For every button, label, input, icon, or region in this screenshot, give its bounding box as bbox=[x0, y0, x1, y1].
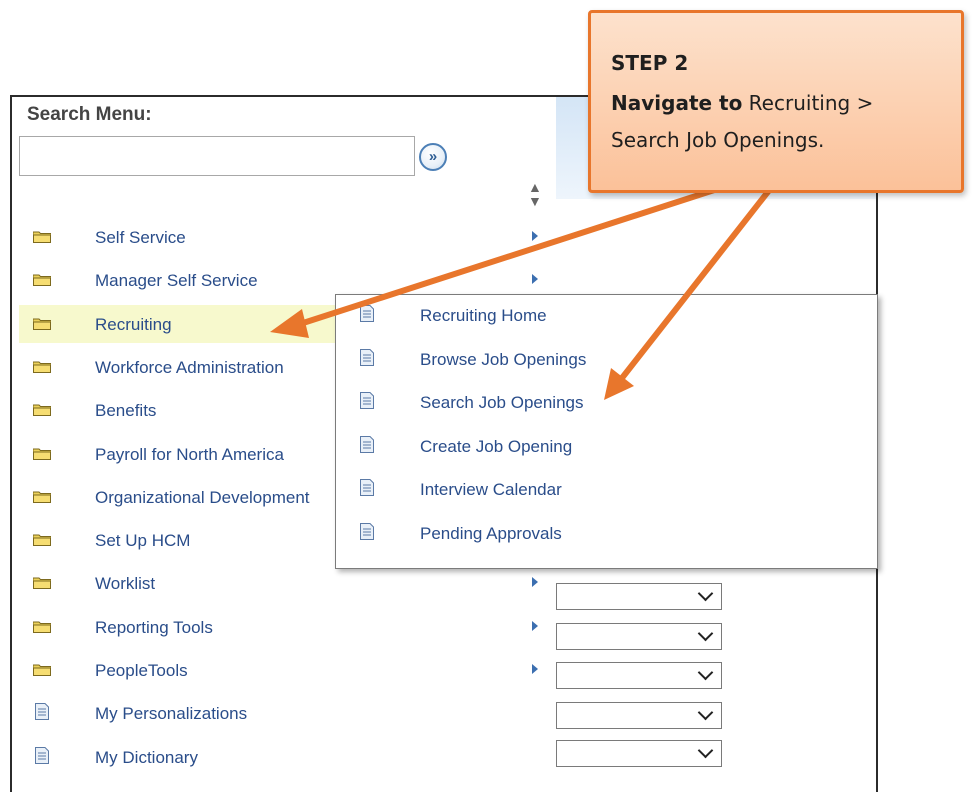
menu-item-label: Workforce Administration bbox=[95, 357, 284, 377]
callout-instruction-line2: Search Job Openings. bbox=[611, 128, 825, 152]
menu-item-label: Recruiting bbox=[95, 314, 172, 334]
menu-item-label: My Personalizations bbox=[95, 704, 248, 724]
submenu-item[interactable]: Recruiting Home bbox=[336, 295, 877, 335]
search-go-button[interactable]: » bbox=[419, 143, 447, 171]
folder-icon bbox=[32, 447, 52, 460]
menu-item-label: Self Service bbox=[95, 228, 186, 247]
sort-icon[interactable]: ▲ ▼ bbox=[528, 180, 542, 208]
menu-item-label: Reporting Tools bbox=[95, 617, 213, 637]
menu-item-label: Worklist bbox=[95, 574, 156, 594]
menu-item-label: Manager Self Service bbox=[95, 271, 258, 291]
menu-item[interactable]: Self Service bbox=[19, 218, 555, 256]
document-icon bbox=[360, 305, 374, 322]
submenu-arrow-icon bbox=[532, 664, 538, 674]
document-icon bbox=[360, 435, 374, 453]
search-menu-title: Search Menu: bbox=[27, 104, 152, 125]
chevron-down-icon bbox=[697, 585, 714, 602]
callout-navigate-label: Navigate to bbox=[611, 91, 743, 115]
dropdown-select[interactable] bbox=[556, 740, 722, 767]
chevron-down-icon bbox=[697, 664, 714, 681]
dropdown-select[interactable] bbox=[556, 583, 722, 610]
submenu-item[interactable]: Pending Approvals bbox=[336, 513, 877, 553]
submenu-arrow-icon bbox=[532, 231, 538, 241]
folder-icon bbox=[32, 620, 52, 634]
submenu-arrow-icon bbox=[532, 274, 538, 285]
recruiting-submenu: Recruiting Home Browse Job Openings Search… bbox=[335, 294, 878, 569]
submenu-item-label: Pending Approvals bbox=[420, 523, 562, 543]
document-icon bbox=[35, 703, 49, 721]
menu-item-label: My Dictionary bbox=[95, 747, 198, 767]
folder-icon bbox=[32, 230, 52, 244]
callout-step-label: STEP 2 bbox=[611, 51, 689, 75]
submenu-item-label: Create Job Opening bbox=[420, 436, 573, 456]
search-input[interactable] bbox=[19, 136, 415, 176]
chevron-down-icon bbox=[697, 625, 714, 642]
document-icon bbox=[360, 479, 374, 496]
menu-item[interactable]: PeopleTools bbox=[19, 651, 555, 689]
dropdown-select[interactable] bbox=[556, 623, 722, 650]
document-icon bbox=[35, 746, 49, 764]
folder-icon bbox=[32, 576, 52, 590]
callout-path-part1: Recruiting > bbox=[742, 91, 874, 115]
document-icon bbox=[360, 392, 374, 409]
menu-item[interactable]: My Personalizations bbox=[19, 694, 555, 732]
submenu-item[interactable]: Search Job Openings bbox=[336, 382, 877, 422]
folder-icon bbox=[32, 403, 52, 417]
folder-icon bbox=[32, 317, 52, 331]
submenu-item[interactable]: Create Job Opening bbox=[336, 426, 877, 466]
menu-item[interactable]: My Dictionary bbox=[19, 738, 555, 776]
submenu-item-label: Interview Calendar bbox=[420, 480, 562, 499]
folder-icon bbox=[32, 663, 52, 677]
chevron-down-icon bbox=[697, 742, 714, 759]
dropdown-select[interactable] bbox=[556, 702, 722, 729]
menu-item-label: Set Up HCM bbox=[95, 531, 191, 551]
submenu-arrow-icon bbox=[532, 620, 538, 631]
folder-icon bbox=[32, 273, 52, 287]
folder-icon bbox=[32, 360, 52, 374]
document-icon bbox=[360, 522, 374, 540]
submenu-item-label: Search Job Openings bbox=[420, 393, 584, 412]
dropdown-select[interactable] bbox=[556, 662, 722, 689]
folder-icon bbox=[32, 533, 52, 547]
submenu-arrow-icon bbox=[532, 577, 538, 588]
submenu-item-label: Browse Job Openings bbox=[420, 349, 587, 369]
submenu-item-label: Recruiting Home bbox=[420, 306, 547, 325]
step-callout: STEP 2 Navigate to Recruiting > Search J… bbox=[588, 10, 964, 193]
folder-icon bbox=[32, 490, 52, 504]
menu-item-label: Benefits bbox=[95, 401, 157, 421]
submenu-item[interactable]: Interview Calendar bbox=[336, 469, 877, 509]
callout-instruction-line1: Navigate to Recruiting > bbox=[611, 91, 873, 115]
submenu-item[interactable]: Browse Job Openings bbox=[336, 339, 877, 379]
menu-item-label: Payroll for North America bbox=[95, 444, 284, 464]
menu-item[interactable]: Reporting Tools bbox=[19, 608, 555, 646]
menu-item-label: Organizational Development bbox=[95, 487, 310, 507]
document-icon bbox=[360, 348, 374, 366]
menu-item[interactable]: Worklist bbox=[19, 564, 555, 602]
menu-item-label: PeopleTools bbox=[95, 661, 188, 680]
chevron-down-icon bbox=[697, 704, 714, 721]
